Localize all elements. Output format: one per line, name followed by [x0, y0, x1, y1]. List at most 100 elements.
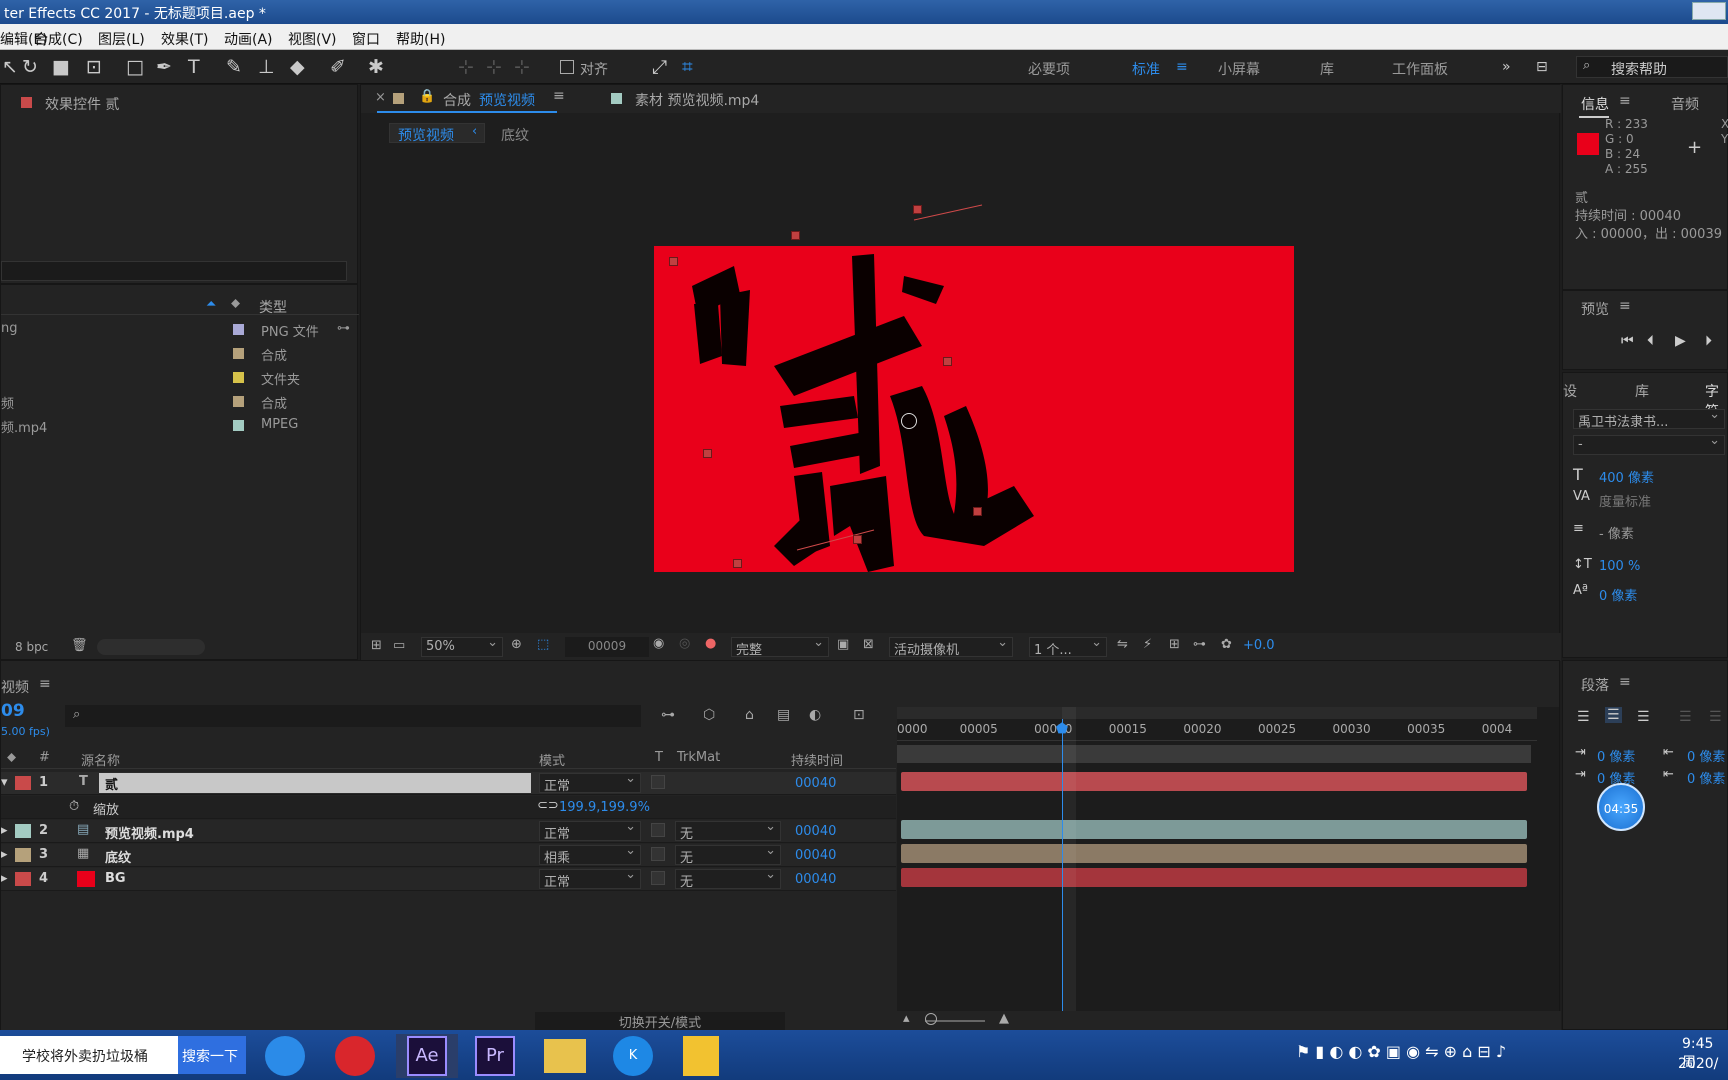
view-layout-dropdown[interactable]: 1 个...	[1029, 635, 1107, 658]
region-of-interest-icon[interactable]: ▣	[837, 637, 849, 652]
project-item-name[interactable]: 频	[1, 393, 14, 412]
hand-tool-icon[interactable]: ↖	[2, 57, 18, 77]
timeline-search-input[interactable]: ⌕	[65, 705, 641, 727]
preserve-transparency-toggle[interactable]	[651, 775, 665, 789]
preserve-transparency-toggle[interactable]	[651, 823, 665, 837]
menu-view[interactable]: 视图(V)	[288, 29, 337, 49]
world-axis-icon[interactable]: ⊹	[486, 57, 502, 77]
taskbar-search-button[interactable]: 搜索一下	[178, 1036, 246, 1074]
transform-handle[interactable]	[853, 535, 862, 544]
blend-mode-dropdown[interactable]: 正常	[539, 819, 641, 842]
workspace-libraries[interactable]: 库	[1320, 59, 1334, 79]
preserve-transparency-toggle[interactable]	[651, 847, 665, 861]
tab-audio[interactable]: 音频	[1671, 94, 1699, 114]
draft-3d-icon[interactable]: ⬡	[703, 707, 715, 723]
footage-tab[interactable]: 素材 预览视频.mp4	[635, 90, 759, 110]
resolution-dropdown[interactable]: 完整	[731, 635, 829, 658]
blend-mode-dropdown[interactable]: 相乘	[539, 843, 641, 866]
timeline-menu-icon[interactable]: ≡	[39, 676, 51, 692]
label-tag-icon[interactable]: ⬥	[231, 296, 240, 311]
layer-label-swatch[interactable]	[15, 776, 31, 790]
playhead-marker-icon[interactable]: ⬟	[1056, 721, 1068, 737]
frame-blending-icon[interactable]: ▤	[777, 707, 790, 723]
notes-app-icon[interactable]	[670, 1034, 732, 1078]
tab-info[interactable]: 信息	[1581, 94, 1609, 114]
show-snapshot-icon[interactable]: ◎	[679, 636, 690, 651]
flowchart-icon[interactable]: ⊶	[337, 321, 350, 336]
layer-label-swatch[interactable]	[15, 872, 31, 886]
timeline-graph[interactable]: 0000 00005 00010 00015 00020 00025 00030 00035 0…	[897, 707, 1559, 1011]
workspace-menu-icon[interactable]: ≡	[1176, 59, 1188, 75]
align-left-icon[interactable]: ☰	[1577, 709, 1590, 725]
column-type-header[interactable]: 类型	[259, 297, 287, 317]
camera-tool-icon[interactable]: ■	[52, 57, 70, 77]
rotate-tool-icon[interactable]: ↻	[22, 57, 38, 77]
preview-menu-icon[interactable]: ≡	[1619, 298, 1631, 314]
workspace-standard[interactable]: 标准	[1132, 59, 1160, 79]
snap-feature-icon[interactable]: ⌗	[682, 57, 693, 77]
workspace-essentials[interactable]: 必要项	[1028, 59, 1070, 79]
track-matte-dropdown[interactable]: 无	[675, 819, 781, 842]
pan-behind-tool-icon[interactable]: ⊡	[86, 57, 102, 77]
shy-layers-icon[interactable]: ⌂	[745, 707, 754, 723]
motion-blur-icon[interactable]: ◐	[809, 707, 821, 723]
graph-editor-icon[interactable]: ⊡	[853, 707, 865, 723]
toggle-switches-modes-button[interactable]: 切换开关/模式	[535, 1012, 785, 1031]
workspace-panels[interactable]: 工作面板	[1392, 59, 1448, 79]
music-app-icon[interactable]	[324, 1034, 386, 1078]
layer-name[interactable]: BG	[105, 871, 126, 886]
zoom-in-icon[interactable]: ▲	[999, 1011, 1009, 1026]
sync-settings-icon[interactable]: ⊟	[1536, 59, 1548, 75]
transform-handle[interactable]	[703, 449, 712, 458]
workspace-overflow-icon[interactable]: »	[1502, 59, 1511, 75]
project-item-name[interactable]: ng	[1, 321, 18, 336]
breadcrumb-next[interactable]: 底纹	[501, 125, 529, 145]
align-center-icon[interactable]: ☰	[1605, 707, 1622, 723]
menu-help[interactable]: 帮助(H)	[396, 29, 445, 49]
layer-duration-bar[interactable]	[901, 820, 1527, 839]
layer-row[interactable]: ▸ 4 BG 正常 无 00040	[1, 867, 896, 891]
menu-animation[interactable]: 动画(A)	[224, 29, 273, 49]
snapshot-icon[interactable]: ◉	[653, 636, 664, 651]
vertical-scale-value[interactable]: 100 %	[1599, 559, 1640, 574]
menu-layer[interactable]: 图层(L)	[98, 29, 145, 49]
eraser-tool-icon[interactable]: ◆	[290, 57, 305, 77]
time-navigator[interactable]	[897, 707, 1537, 719]
layer-duration-bar[interactable]	[901, 844, 1527, 863]
constrain-proportions-icon[interactable]: ⊂⊃	[537, 798, 559, 813]
bit-depth-button[interactable]: 8 bpc	[15, 640, 48, 654]
brush-tool-icon[interactable]: ✎	[226, 57, 242, 77]
layer-duration-bar[interactable]	[901, 772, 1527, 791]
first-frame-icon[interactable]: ⏮	[1621, 333, 1634, 349]
info-menu-icon[interactable]: ≡	[1619, 93, 1631, 109]
zoom-slider-thumb[interactable]	[925, 1013, 937, 1025]
transform-handle[interactable]	[669, 257, 678, 266]
source-name-header[interactable]: 源名称	[81, 750, 120, 769]
leading-value[interactable]: - 像素	[1599, 523, 1634, 542]
time-ruler[interactable]: 0000 00005 00010 00015 00020 00025 00030 00035 0…	[897, 719, 1537, 741]
layer-row[interactable]: ▸ 3 ▦ 底纹 相乘 无 00040	[1, 843, 896, 867]
font-size-value[interactable]: 400 像素	[1599, 467, 1654, 486]
timeline-icon[interactable]: ⊞	[1169, 637, 1180, 652]
clock-date[interactable]: 2020/	[1678, 1056, 1718, 1072]
current-time-field[interactable]: 00009	[565, 637, 649, 657]
transform-handle[interactable]	[913, 205, 922, 214]
font-style-dropdown[interactable]: -	[1573, 433, 1725, 455]
layer-duration[interactable]: 00040	[795, 848, 836, 863]
pixel-aspect-icon[interactable]: ⇋	[1117, 637, 1128, 652]
tab-presets[interactable]: 设	[1563, 381, 1577, 401]
font-family-dropdown[interactable]: 禹卫书法隶书...	[1573, 407, 1725, 430]
layer-row[interactable]: ▸ 2 ▤ 预览视频.mp4 正常 无 00040	[1, 819, 896, 843]
tab-libraries[interactable]: 库	[1635, 381, 1649, 401]
type-tool-icon[interactable]: T	[188, 57, 200, 77]
timeline-tab[interactable]: 视频	[1, 677, 29, 697]
layer-duration[interactable]: 00040	[795, 776, 836, 791]
color-channels-icon[interactable]: ●	[705, 636, 716, 651]
zoom-out-icon[interactable]: ▴	[903, 1011, 910, 1026]
space-before-value[interactable]: 0 像素	[1687, 746, 1725, 765]
expand-arrow-icon[interactable]: ▾	[1, 775, 8, 790]
property-row[interactable]: ⏱ 缩放 ⊂⊃ 199.9,199.9%	[1, 796, 896, 819]
minimize-button[interactable]	[1692, 2, 1726, 20]
view-axis-icon[interactable]: ⊹	[514, 57, 530, 77]
blend-mode-dropdown[interactable]: 正常	[539, 771, 641, 794]
